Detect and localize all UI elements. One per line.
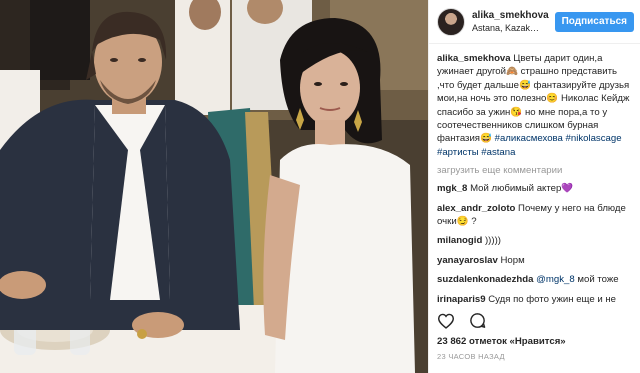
comment: mgk_8 Мой любимый актер💜: [437, 182, 632, 195]
comment-text: мой тоже: [577, 274, 619, 286]
post-sidebar: alika_smekhova Astana, Kazak… Подписатьс…: [428, 0, 640, 373]
comment: yanayaroslav Норм: [437, 254, 632, 267]
comment: alex_andr_zoloto Почему у него на блюде …: [437, 202, 632, 229]
comment-author[interactable]: mgk_8: [437, 183, 467, 194]
comment-text: ))))): [484, 235, 501, 247]
user-block: alika_smekhova Astana, Kazak…: [472, 9, 555, 35]
caption-text: Цветы дарит один,а ужинает другой🙈 страш…: [437, 53, 630, 145]
comment-author[interactable]: milanogid: [437, 235, 482, 246]
comment-author[interactable]: alex_andr_zoloto: [437, 203, 515, 214]
username-link[interactable]: alika_smekhova: [472, 9, 555, 22]
comments-list[interactable]: alika_smekhova Цветы дарит один,а ужинае…: [437, 52, 632, 306]
follow-button[interactable]: Подписаться: [554, 11, 634, 32]
comment-text: Норм: [500, 254, 525, 266]
load-more-comments[interactable]: загрузить еще комментарии: [437, 165, 632, 176]
comment-author[interactable]: irinaparis9: [437, 294, 486, 305]
comment: suzdalenkonadezhda @mgk_8 мой тоже: [437, 273, 632, 286]
comment-mention[interactable]: @mgk_8: [536, 274, 575, 285]
avatar[interactable]: [437, 7, 465, 36]
comment-icon[interactable]: [469, 312, 486, 329]
likes-count[interactable]: 23 862 отметок «Нравится»: [437, 336, 566, 347]
comment-author[interactable]: suzdalenkonadezhda: [437, 274, 534, 285]
comment-text: Мой любимый актер💜: [470, 183, 574, 195]
caption-author[interactable]: alika_smekhova: [437, 53, 511, 64]
heart-icon[interactable]: [437, 313, 455, 329]
photo-illustration: [0, 0, 428, 373]
post-timestamp: 23 ЧАСОВ НАЗАД: [437, 352, 505, 361]
caption: alika_smekhova Цветы дарит один,а ужинае…: [437, 52, 632, 159]
post-photo[interactable]: [0, 0, 428, 373]
comment: milanogid ))))): [437, 234, 632, 247]
post-header: alika_smekhova Astana, Kazak… Подписатьс…: [429, 0, 640, 44]
location-link[interactable]: Astana, Kazak…: [472, 22, 555, 35]
action-bar: [437, 312, 486, 329]
comment: irinaparis9 Судя по фото ужин еще и не н…: [437, 293, 632, 306]
comment-author[interactable]: yanayaroslav: [437, 255, 498, 266]
